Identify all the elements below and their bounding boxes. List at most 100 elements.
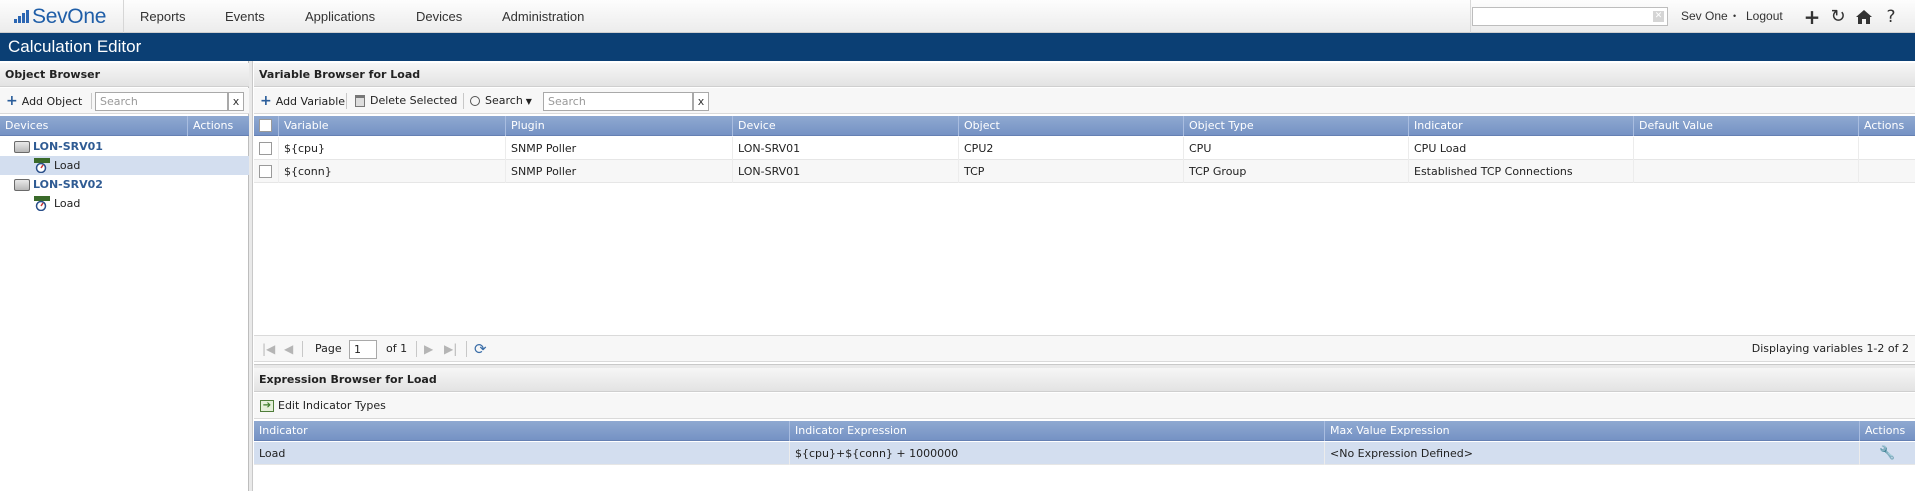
variable-browser-toolbar: + Add Variable Delete Selected Search ▼ Se… xyxy=(254,88,1915,114)
object-browser-title: Object Browser xyxy=(0,63,249,87)
tree-object-load[interactable]: Load xyxy=(0,194,249,213)
col-actions[interactable]: Actions xyxy=(187,116,249,136)
cell-indicator: Established TCP Connections xyxy=(1408,160,1633,183)
add-icon[interactable]: + xyxy=(1801,6,1823,28)
logo-text: SevOne xyxy=(32,4,107,28)
cell-default-value xyxy=(1633,137,1858,160)
clear-search-icon[interactable]: ✕ xyxy=(1653,11,1664,22)
cell-object-type: TCP Group xyxy=(1183,160,1408,183)
delete-selected-label: Delete Selected xyxy=(370,94,458,107)
add-variable-label: Add Variable xyxy=(275,95,346,108)
page-number-input[interactable]: 1 xyxy=(349,340,377,359)
user-separator: • xyxy=(1733,11,1737,21)
col-device[interactable]: Device xyxy=(732,116,958,136)
paging-status: Displaying variables 1-2 of 2 xyxy=(1751,342,1909,355)
nav-events[interactable]: Events xyxy=(225,0,265,33)
page-label: Page xyxy=(315,342,342,355)
help-icon[interactable]: ? xyxy=(1880,6,1902,28)
table-row[interactable]: ${cpu} SNMP Poller LON-SRV01 CPU2 CPU CP… xyxy=(254,137,1915,160)
tree-object-label: Load xyxy=(54,159,81,172)
server-icon xyxy=(14,141,30,153)
col-indicator[interactable]: Indicator xyxy=(254,421,789,441)
expression-browser-toolbar: ➔ Edit Indicator Types xyxy=(254,393,1915,419)
trash-icon xyxy=(355,95,365,107)
plus-icon: + xyxy=(260,93,272,109)
variable-grid-header: Variable Plugin Device Object Object Typ… xyxy=(254,116,1915,136)
load-indicator-icon xyxy=(34,158,50,174)
home-icon[interactable] xyxy=(1853,6,1875,28)
row-checkbox[interactable] xyxy=(259,165,272,178)
nav-applications[interactable]: Applications xyxy=(305,0,375,33)
table-row[interactable]: Load ${cpu}+${conn} + 1000000 <No Expres… xyxy=(254,442,1915,465)
cell-indicator-expression: ${cpu}+${conn} + 1000000 xyxy=(789,442,1324,465)
row-checkbox[interactable] xyxy=(259,142,272,155)
object-search-clear-button[interactable]: x xyxy=(228,92,244,111)
cell-device: LON-SRV01 xyxy=(732,160,958,183)
search-menu-label: Search xyxy=(485,94,523,107)
sevone-logo[interactable]: SevOne xyxy=(0,0,124,33)
cell-default-value xyxy=(1633,160,1858,183)
tree-device-lon-srv02[interactable]: LON-SRV02 xyxy=(14,175,103,194)
tree-object-load-selected[interactable]: Load xyxy=(0,156,249,175)
add-variable-button[interactable]: + Add Variable xyxy=(260,88,345,114)
logo-bars-icon xyxy=(14,10,29,23)
cell-device: LON-SRV01 xyxy=(732,137,958,160)
next-page-icon[interactable]: ▶ xyxy=(424,336,433,362)
logout-link[interactable]: Logout xyxy=(1746,0,1783,33)
variable-browser-title: Variable Browser for Load xyxy=(254,63,1915,87)
table-row[interactable]: ${conn} SNMP Poller LON-SRV01 TCP TCP Gr… xyxy=(254,160,1915,183)
cell-max-value-expression: <No Expression Defined> xyxy=(1324,442,1859,465)
load-indicator-icon xyxy=(34,196,50,212)
add-object-button[interactable]: + Add Object xyxy=(6,88,82,114)
top-navigation: SevOne Reports Events Applications Devic… xyxy=(0,0,1915,33)
object-search-input[interactable]: Search xyxy=(95,92,228,111)
global-search-input[interactable]: ✕ xyxy=(1472,7,1668,26)
expression-grid-header: Indicator Indicator Expression Max Value… xyxy=(254,421,1915,441)
row-select-cell xyxy=(254,137,278,160)
refresh-icon[interactable]: ↻ xyxy=(1827,6,1849,28)
nav-reports[interactable]: Reports xyxy=(140,0,186,33)
plus-icon: + xyxy=(6,93,18,109)
last-page-icon[interactable]: ▶| xyxy=(444,336,457,362)
col-object[interactable]: Object xyxy=(958,116,1183,136)
col-indicator[interactable]: Indicator xyxy=(1408,116,1633,136)
cell-object: CPU2 xyxy=(958,137,1183,160)
user-name[interactable]: Sev One xyxy=(1681,0,1728,33)
cell-variable: ${conn} xyxy=(278,160,505,183)
nav-administration[interactable]: Administration xyxy=(502,0,584,33)
col-devices[interactable]: Devices xyxy=(0,116,187,136)
variable-search-input[interactable]: Search xyxy=(543,92,693,111)
object-browser-header: Devices Actions xyxy=(0,116,249,136)
caret-down-icon: ▼ xyxy=(525,97,532,106)
splitter[interactable] xyxy=(249,61,253,491)
col-indicator-expression[interactable]: Indicator Expression xyxy=(789,421,1324,441)
col-object-type[interactable]: Object Type xyxy=(1183,116,1408,136)
edit-indicator-types-label: Edit Indicator Types xyxy=(278,399,386,412)
prev-page-icon[interactable]: ◀ xyxy=(284,336,293,362)
col-variable[interactable]: Variable xyxy=(278,116,505,136)
delete-selected-button[interactable]: Delete Selected xyxy=(355,88,457,114)
object-browser-toolbar: + Add Object Search x xyxy=(0,88,249,114)
col-plugin[interactable]: Plugin xyxy=(505,116,732,136)
tree-device-lon-srv01[interactable]: LON-SRV01 xyxy=(14,137,103,156)
edit-indicator-types-button[interactable]: ➔ Edit Indicator Types xyxy=(260,393,386,419)
col-max-value-expression[interactable]: Max Value Expression xyxy=(1324,421,1859,441)
first-page-icon[interactable]: |◀ xyxy=(262,336,275,362)
col-actions[interactable]: Actions xyxy=(1859,421,1915,441)
select-all-checkbox[interactable] xyxy=(259,119,272,132)
search-menu-button[interactable]: Search ▼ xyxy=(470,88,532,114)
expression-browser-title: Expression Browser for Load xyxy=(254,368,1915,392)
tree-object-label: Load xyxy=(54,197,81,210)
server-icon xyxy=(14,179,30,191)
reload-icon[interactable]: ⟳ xyxy=(474,336,487,362)
col-actions[interactable]: Actions xyxy=(1858,116,1915,136)
nav-devices[interactable]: Devices xyxy=(416,0,462,33)
add-object-label: Add Object xyxy=(21,95,83,108)
cell-actions: 🔧 xyxy=(1859,442,1915,465)
page-title: Calculation Editor xyxy=(0,33,1915,61)
row-select-cell xyxy=(254,160,278,183)
variable-search-clear-button[interactable]: x xyxy=(693,92,709,111)
wrench-icon[interactable]: 🔧 xyxy=(1879,446,1895,461)
cell-actions xyxy=(1858,160,1915,183)
col-default-value[interactable]: Default Value xyxy=(1633,116,1858,136)
